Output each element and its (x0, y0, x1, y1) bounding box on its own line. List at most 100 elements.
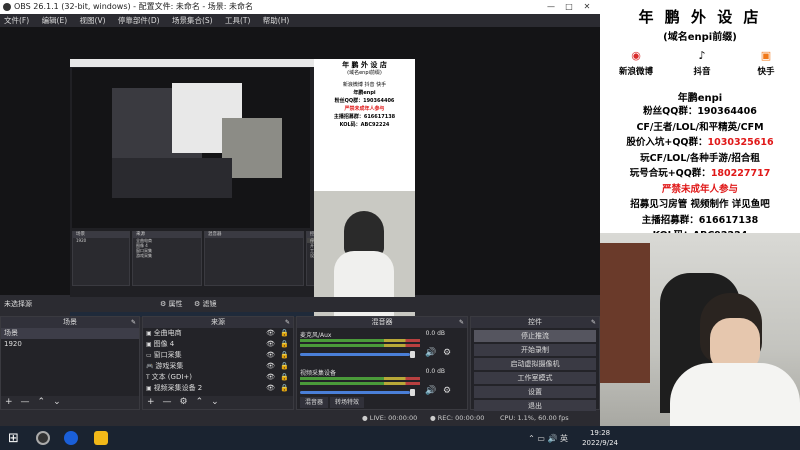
menu-tools[interactable]: 工具(T) (225, 16, 250, 25)
settings-button[interactable]: 设置 (474, 386, 596, 398)
volume-icon[interactable]: 🔊 (547, 434, 557, 443)
channel-db: 0.0 dB (425, 368, 445, 375)
volume-slider[interactable] (300, 391, 410, 394)
poster-title: 年 鹏 外 设 店 (638, 8, 762, 26)
slider-knob[interactable] (410, 351, 415, 358)
poster-line: 玩号合玩+QQ群：180227717 (629, 168, 771, 179)
streamer-name: 年鹏enpi (677, 93, 723, 104)
cpu-status: CPU: 1.1%, 60.00 fps (500, 414, 569, 422)
scenes-dock: 场景 ✎ 场景 1920 + — ⌃ ⌄ (0, 316, 140, 410)
poster-warning: 严禁未成年人参与 (661, 183, 738, 195)
sources-dock: 来源 ✎ ▣ 全曲电商 👁 🔒 ▣ 图像 4 👁 🔒 ▭ 窗口采集 👁 🔒 🎮 游戏采集 👁 🔒 … (142, 316, 294, 410)
preview-canvas[interactable]: 场景1920 来源全曲电商图像 4窗口采集游戏采集 混音器 控件停止推流开始录制… (0, 27, 600, 317)
social-icons: ◉ 新浪微博 ♪ 抖音 ▣ 快手 (600, 49, 800, 89)
poster: 年 鹏 外 设 店 (域名enpi前缀) ◉ 新浪微博 ♪ 抖音 ▣ 快手 年鹏enp… (600, 0, 800, 241)
dock-menu-icon[interactable]: ✎ (459, 317, 464, 328)
maximize-button[interactable]: □ (560, 0, 578, 14)
side-overlay: 年 鹏 外 设 店 (域名enpi前缀) ◉ 新浪微博 ♪ 抖音 ▣ 快手 年鹏enp… (600, 0, 800, 426)
windows-start-icon[interactable]: ⊞ (8, 431, 19, 446)
rec-indicator: ● REC: 00:00:00 (430, 414, 485, 422)
network-icon[interactable]: ▭ (537, 434, 545, 443)
obs-taskbar-icon[interactable] (36, 431, 50, 445)
source-item[interactable]: ▣ 视频采集设备 2 👁 🔒 (143, 383, 293, 394)
dock-menu-icon[interactable]: ✎ (285, 317, 290, 328)
source-item[interactable]: 🎮 游戏采集 👁 🔒 (143, 361, 293, 372)
scene-item[interactable]: 场景 (1, 328, 139, 339)
menu-bar: 文件(F) 编辑(E) 视图(V) 停靠部件(D) 场景集合(S) 工具(T) … (0, 14, 600, 27)
volume-meter (300, 377, 420, 380)
tab-mixer[interactable]: 混音器 (300, 397, 329, 408)
virtual-camera-button[interactable]: 启动虚拟摄像机 (474, 358, 596, 370)
dock-menu-icon[interactable]: ✎ (591, 317, 596, 328)
webcam-feed (600, 233, 800, 426)
menu-docks[interactable]: 停靠部件(D) (118, 16, 160, 25)
remove-icon[interactable]: — (21, 397, 30, 407)
gear-icon[interactable]: ⚙ (443, 386, 451, 396)
remove-icon[interactable]: — (163, 397, 172, 407)
status-bar: ● LIVE: 00:00:00 ● REC: 00:00:00 CPU: 1.… (0, 411, 600, 426)
source-item[interactable]: ▣ 全曲电商 👁 🔒 (143, 328, 293, 339)
gear-icon[interactable]: ⚙ (180, 397, 188, 407)
mixer-title: 混音器 (371, 318, 393, 326)
poster-line: CF/王者/LOL/和平精英/CFM (636, 121, 764, 133)
tab-transitions[interactable]: 转场特效 (330, 397, 365, 408)
window-controls: — □ ✕ (542, 0, 596, 14)
filters-button[interactable]: ⚙ 滤镜 (194, 297, 217, 312)
obs-logo-icon (3, 3, 11, 11)
mixer-dock: 混音器 ✎ 麦克风/Aux 0.0 dB 🔊 ⚙ 视频采集设备 0.0 dB 🔊 … (296, 316, 468, 410)
controls-title: 控件 (528, 318, 542, 326)
scenes-title: 场景 (63, 318, 77, 326)
mixer-tabs: 混音器 转场特效 (300, 397, 460, 408)
poster-line: 玩CF/LOL/各种手游/招合租 (640, 152, 760, 164)
volume-slider[interactable] (300, 353, 410, 356)
speaker-icon[interactable]: 🔊 (425, 348, 436, 358)
poster-subtitle: (域名enpi前缀) (663, 32, 737, 43)
speaker-icon[interactable]: 🔊 (425, 386, 436, 396)
up-arrow-icon[interactable]: ⌃ (528, 434, 535, 443)
move-up-icon[interactable]: ⌃ (196, 397, 204, 407)
nested-screen-capture: 场景1920 来源全曲电商图像 4窗口采集游戏采集 混音器 控件停止推流开始录制… (70, 59, 415, 317)
move-up-icon[interactable]: ⌃ (38, 397, 46, 407)
obs-window: OBS 26.1.1 (32-bit, windows) - 配置文件: 未命名… (0, 0, 600, 426)
system-tray: ⌃ ▭ 🔊 英 (528, 433, 568, 444)
studio-mode-button[interactable]: 工作室模式 (474, 372, 596, 384)
source-item[interactable]: ▣ 图像 4 👁 🔒 (143, 339, 293, 350)
no-source-label: 未选择源 (4, 300, 32, 308)
browser-taskbar-icon[interactable] (64, 431, 78, 445)
source-toolbar: 未选择源 ⚙ 属性 ⚙ 滤镜 (0, 297, 600, 312)
poster-line: 股价入坑+QQ群：1030325616 (626, 137, 774, 148)
poster-line: 主播招募群：616617138 (641, 214, 759, 226)
menu-file[interactable]: 文件(F) (4, 16, 29, 25)
move-down-icon[interactable]: ⌄ (211, 397, 219, 407)
add-icon[interactable]: + (147, 397, 155, 407)
menu-edit[interactable]: 编辑(E) (42, 16, 68, 25)
close-button[interactable]: ✕ (578, 0, 596, 14)
douyin-icon: ♪ (698, 49, 706, 62)
social-kuaishou: ▣ 快手 (736, 49, 796, 77)
menu-view[interactable]: 视图(V) (80, 16, 106, 25)
add-icon[interactable]: + (5, 397, 13, 407)
windows-taskbar: ⊞ ⌃ ▭ 🔊 英 19:28 2022/9/24 (0, 426, 800, 450)
title-bar: OBS 26.1.1 (32-bit, windows) - 配置文件: 未命名… (0, 0, 600, 14)
gear-icon[interactable]: ⚙ (443, 348, 451, 358)
menu-scene-collection[interactable]: 场景集合(S) (172, 16, 213, 25)
source-item[interactable]: T 文本 (GDI+) 👁 🔒 (143, 372, 293, 383)
menu-help[interactable]: 帮助(H) (263, 16, 290, 25)
scene-item[interactable]: 1920 (1, 339, 139, 350)
properties-label: 属性 (168, 300, 183, 308)
move-down-icon[interactable]: ⌄ (53, 397, 61, 407)
source-item[interactable]: ▭ 窗口采集 👁 🔒 (143, 350, 293, 361)
mixer-channel: 麦克风/Aux 0.0 dB 🔊 ⚙ (297, 328, 467, 366)
start-recording-button[interactable]: 开始录制 (474, 344, 596, 356)
controls-dock: 控件 ✎ 停止推流 开始录制 启动虚拟摄像机 工作室模式 设置 退出 (470, 316, 600, 412)
app-taskbar-icon[interactable] (94, 431, 108, 445)
properties-button[interactable]: ⚙ 属性 (160, 297, 183, 312)
dock-menu-icon[interactable]: ✎ (131, 317, 136, 328)
input-language[interactable]: 英 (560, 434, 568, 443)
system-clock[interactable]: 19:28 2022/9/24 (582, 428, 618, 448)
slider-knob[interactable] (410, 389, 415, 396)
channel-name: 麦克风/Aux (300, 332, 332, 339)
minimize-button[interactable]: — (542, 0, 560, 14)
live-indicator: ● LIVE: 00:00:00 (362, 414, 418, 422)
stop-stream-button[interactable]: 停止推流 (474, 330, 596, 342)
